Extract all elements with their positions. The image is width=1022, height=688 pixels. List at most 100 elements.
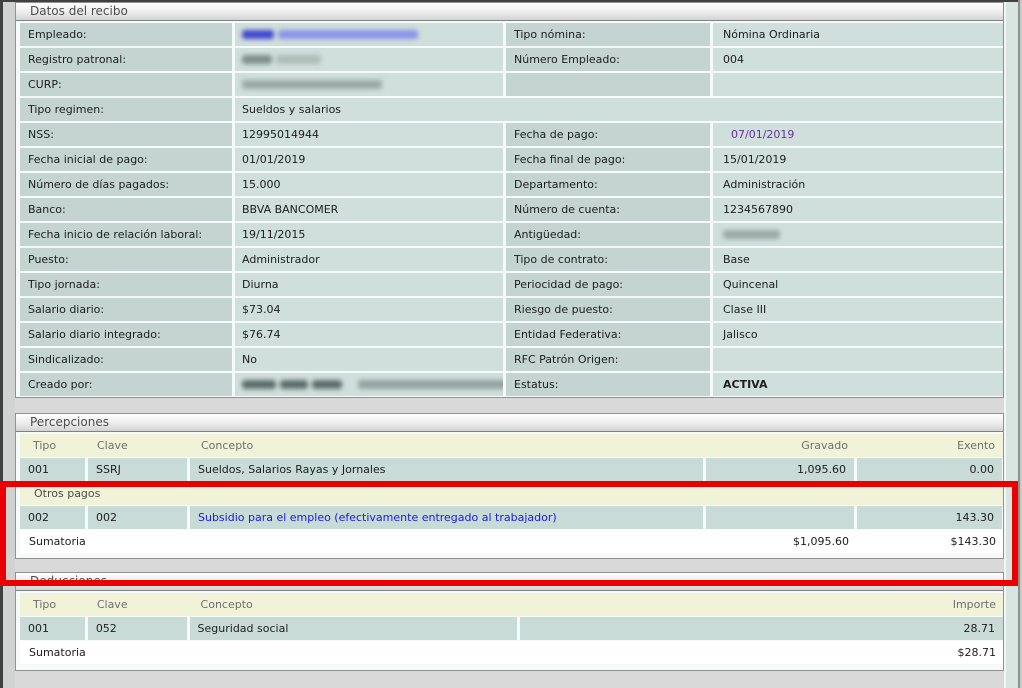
field-row: Número de días pagados:15.000Departament…: [20, 173, 1003, 196]
field-label: Banco:: [20, 198, 232, 221]
field-label: Fecha de pago:: [506, 123, 710, 146]
field-value[interactable]: [235, 23, 503, 46]
field-label: Periocidad de pago:: [506, 273, 710, 296]
deduccion-tipo-cell: 001: [20, 617, 85, 640]
otros-gravado-cell: [706, 506, 854, 529]
field-label: Entidad Federativa:: [506, 323, 710, 346]
percepciones-section-title: Percepciones: [30, 415, 109, 429]
field-label: Salario diario integrado:: [20, 323, 232, 346]
percepciones-sumatoria-row: Sumatoria $1,095.60 $143.30: [20, 530, 1003, 553]
otros-pagos-title: Otros pagos: [20, 487, 100, 500]
field-row: Salario diario integrado:$76.74Entidad F…: [20, 323, 1003, 346]
field-label: Salario diario:: [20, 298, 232, 321]
field-label: Número de días pagados:: [20, 173, 232, 196]
field-label: Riesgo de puesto:: [506, 298, 710, 321]
deducciones-section-title: Deducciones: [30, 574, 107, 588]
otros-clave-cell: 002: [88, 506, 187, 529]
deduccion-clave-cell: 052: [88, 617, 187, 640]
field-label: Número de cuenta:: [506, 198, 710, 221]
field-row: Registro patronal:Número Empleado:004: [20, 48, 1003, 71]
field-label: [506, 73, 710, 96]
field-value: 15.000: [235, 173, 503, 196]
sumatoria-gravado: $1,095.60: [707, 535, 858, 548]
field-value-text: 1234567890: [723, 203, 793, 216]
redacted-value-blur: [723, 230, 780, 239]
field-value: 1234567890: [713, 198, 1003, 221]
percepcion-row: 001 SSRJ Sueldos, Salarios Rayas y Jorna…: [20, 458, 1003, 481]
deduccion-row: 001 052 Seguridad social 28.71: [20, 617, 1003, 640]
sumatoria-label: Sumatoria: [20, 646, 220, 659]
otros-pagos-row: 002 002 Subsidio para el empleo (efectiv…: [20, 506, 1003, 529]
field-row: Tipo regimen:Sueldos y salarios: [20, 98, 1003, 121]
datos-section-header: Datos del recibo: [16, 3, 1003, 21]
percepciones-table-header: Tipo Clave Concepto Gravado Exento: [20, 434, 1003, 457]
field-row: Tipo jornada:DiurnaPeriocidad de pago: Qu…: [20, 273, 1003, 296]
field-value: [713, 348, 1003, 371]
field-value: [713, 73, 1003, 96]
fecha-de-pago-link[interactable]: 07/01/2019: [723, 128, 794, 141]
field-value-text: ACTIVA: [723, 378, 767, 391]
field-row: Fecha inicio de relación laboral:19/11/2…: [20, 223, 1003, 246]
field-row: Empleado:Tipo nómina:Nómina Ordinaria: [20, 23, 1003, 46]
sumatoria-importe: $28.71: [518, 646, 1003, 659]
percepcion-clave-cell: SSRJ: [88, 458, 187, 481]
column-header-exento: Exento: [857, 439, 1002, 452]
column-header-clave: Clave: [88, 439, 190, 452]
field-value: 19/11/2015: [235, 223, 503, 246]
field-label: Registro patronal:: [20, 48, 232, 71]
field-label: Tipo regimen:: [20, 98, 232, 121]
redacted-value-blur: [242, 80, 382, 89]
percepcion-tipo-cell: 001: [20, 458, 85, 481]
field-value: Administrador: [235, 248, 503, 271]
field-value: Jalisco: [713, 323, 1003, 346]
field-value-text: Nómina Ordinaria: [723, 28, 820, 41]
field-value-text: Jalisco: [723, 328, 758, 341]
sumatoria-label: Sumatoria: [20, 535, 220, 548]
field-value: 004: [713, 48, 1003, 71]
field-label: Puesto:: [20, 248, 232, 271]
datos-rows: Empleado:Tipo nómina:Nómina OrdinariaReg…: [16, 21, 1003, 396]
column-header-concepto: Concepto: [190, 598, 520, 611]
field-label: Tipo jornada:: [20, 273, 232, 296]
otros-exento-cell: 143.30: [857, 506, 1002, 529]
otros-tipo-cell: 002: [20, 506, 85, 529]
payroll-receipt-screen: Datos del recibo Empleado:Tipo nómina:Nó…: [0, 0, 1022, 688]
field-value: 15/01/2019: [713, 148, 1003, 171]
field-row: NSS:12995014944Fecha de pago:07/01/2019: [20, 123, 1003, 146]
field-label: NSS:: [20, 123, 232, 146]
deducciones-sumatoria-row: Sumatoria $28.71: [20, 641, 1003, 664]
field-value-text: Clase III: [723, 303, 766, 316]
field-row: Banco:BBVA BANCOMERNúmero de cuenta:1234…: [20, 198, 1003, 221]
field-value: Administración: [713, 173, 1003, 196]
field-label: Fecha final de pago:: [506, 148, 710, 171]
sumatoria-exento: $143.30: [858, 535, 1003, 548]
field-row: Puesto:AdministradorTipo de contrato:Bas…: [20, 248, 1003, 271]
percepcion-exento-cell: 0.00: [857, 458, 1002, 481]
datos-del-recibo-panel: Datos del recibo Empleado:Tipo nómina:Nó…: [15, 2, 1004, 398]
field-value: $76.74: [235, 323, 503, 346]
field-value: $73.04: [235, 298, 503, 321]
left-gutter: [3, 2, 15, 688]
field-label: Empleado:: [20, 23, 232, 46]
field-value[interactable]: 07/01/2019: [713, 123, 1003, 146]
deducciones-panel: Deducciones Tipo Clave Concepto Importe …: [15, 572, 1004, 671]
field-label: Antigüedad:: [506, 223, 710, 246]
otros-concepto-link[interactable]: Subsidio para el empleo (efectivamente e…: [190, 506, 703, 529]
field-value: Nómina Ordinaria: [713, 23, 1003, 46]
field-label: Estatus:: [506, 373, 710, 396]
field-value: No: [235, 348, 503, 371]
field-value: [235, 48, 503, 71]
field-value: Diurna: [235, 273, 503, 296]
field-value-text: Quincenal: [723, 278, 778, 291]
field-row: Creado por:1Estatus:ACTIVA: [20, 373, 1003, 396]
field-value: [713, 223, 1003, 246]
column-header-concepto: Concepto: [190, 439, 706, 452]
field-value: Base: [713, 248, 1003, 271]
subsidio-empleo-link[interactable]: Subsidio para el empleo (efectivamente e…: [198, 511, 557, 524]
field-value: Clase III: [713, 298, 1003, 321]
percepciones-panel: Percepciones Tipo Clave Concepto Gravado…: [15, 413, 1004, 559]
field-label: Creado por:: [20, 373, 232, 396]
deducciones-table-header: Tipo Clave Concepto Importe: [20, 593, 1003, 616]
column-header-tipo: Tipo: [20, 439, 88, 452]
field-label: RFC Patrón Origen:: [506, 348, 710, 371]
